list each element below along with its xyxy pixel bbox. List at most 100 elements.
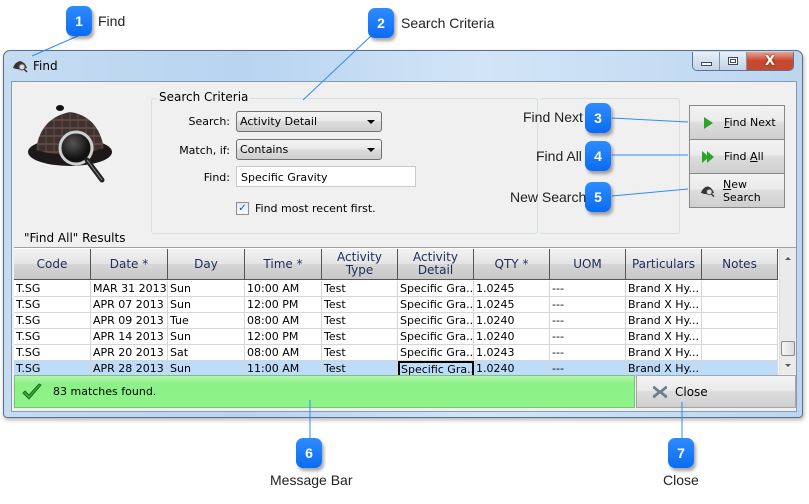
- table-cell[interactable]: ---: [550, 281, 626, 297]
- table-cell[interactable]: 1.0245: [474, 281, 550, 297]
- find-window: Find X Search Criteria Search: Activity …: [3, 50, 803, 418]
- find-all-button[interactable]: Find All: [689, 139, 785, 174]
- table-cell[interactable]: [702, 297, 778, 313]
- table-cell[interactable]: Sun: [168, 281, 245, 297]
- table-cell[interactable]: Brand X Hy...: [626, 297, 702, 313]
- close-button-label: Close: [675, 384, 708, 399]
- message-bar: 83 matches found.: [14, 375, 635, 408]
- maximize-button[interactable]: [720, 52, 747, 70]
- callout-5-label: New Search: [510, 189, 587, 205]
- column-header-qty[interactable]: QTY *: [474, 249, 550, 280]
- table-cell[interactable]: Specific Gra...: [398, 297, 474, 313]
- table-cell[interactable]: MAR 31 2013: [91, 281, 168, 297]
- match-value: Contains: [240, 143, 289, 156]
- table-cell[interactable]: 12:00 PM: [245, 329, 322, 345]
- search-field-dropdown[interactable]: Activity Detail: [236, 111, 382, 132]
- scroll-up-icon[interactable]: [785, 257, 791, 260]
- table-cell[interactable]: APR 07 2013: [91, 297, 168, 313]
- search-label: Search:: [188, 115, 231, 128]
- find-next-button[interactable]: Find Next: [689, 105, 785, 140]
- table-cell[interactable]: T.SG: [14, 345, 91, 361]
- table-cell[interactable]: [702, 313, 778, 329]
- table-cell[interactable]: Test: [322, 345, 398, 361]
- table-cell[interactable]: Test: [322, 297, 398, 313]
- table-cell[interactable]: Brand X Hy...: [626, 281, 702, 297]
- table-cell[interactable]: APR 09 2013: [91, 313, 168, 329]
- table-cell[interactable]: Specific Gra...: [398, 313, 474, 329]
- scroll-thumb[interactable]: [781, 341, 795, 356]
- table-cell[interactable]: APR 14 2013: [91, 329, 168, 345]
- find-next-label: Find Next: [724, 116, 776, 129]
- callout-1-badge: 1: [66, 6, 92, 36]
- table-cell[interactable]: [702, 281, 778, 297]
- table-cell[interactable]: Specific Gra...: [398, 329, 474, 345]
- column-header-date[interactable]: Date *: [91, 249, 168, 280]
- table-cell[interactable]: 1.0240: [474, 313, 550, 329]
- window-title: Find: [33, 59, 58, 73]
- table-cell[interactable]: Brand X Hy...: [626, 329, 702, 345]
- table-cell[interactable]: T.SG: [14, 297, 91, 313]
- table-row[interactable]: T.SG APR 14 2013 Sun 12:00 PM Test Specific G…: [14, 329, 778, 345]
- results-grid[interactable]: Code Date * Day Time * Activity Type Activity D…: [14, 247, 796, 377]
- table-cell[interactable]: T.SG: [14, 313, 91, 329]
- column-header-code[interactable]: Code: [14, 249, 91, 280]
- title-bar[interactable]: Find X: [4, 51, 802, 81]
- table-cell[interactable]: 1.0245: [474, 297, 550, 313]
- column-header-time[interactable]: Time *: [245, 249, 322, 280]
- grid-rows: T.SG MAR 31 2013 Sun 10:00 AM Test Specific G…: [14, 281, 778, 377]
- column-header-particulars[interactable]: Particulars: [626, 249, 702, 280]
- table-cell[interactable]: 08:00 AM: [245, 345, 322, 361]
- table-cell[interactable]: 1.0240: [474, 329, 550, 345]
- grid-header: Code Date * Day Time * Activity Type Activity D…: [14, 249, 778, 280]
- table-cell[interactable]: Brand X Hy...: [626, 345, 702, 361]
- scroll-down-icon[interactable]: [785, 364, 791, 367]
- new-search-button[interactable]: New Search: [689, 173, 785, 208]
- table-row[interactable]: T.SG APR 07 2013 Sun 12:00 PM Test Specific G…: [14, 297, 778, 313]
- table-cell[interactable]: ---: [550, 345, 626, 361]
- table-cell[interactable]: ---: [550, 313, 626, 329]
- table-cell[interactable]: Test: [322, 313, 398, 329]
- detective-hat-icon: [700, 185, 715, 197]
- column-header-notes[interactable]: Notes: [702, 249, 778, 280]
- table-cell[interactable]: ---: [550, 297, 626, 313]
- vertical-scrollbar[interactable]: [779, 248, 796, 374]
- column-header-uom[interactable]: UOM: [550, 249, 626, 280]
- column-header-activity-type[interactable]: Activity Type: [322, 249, 398, 280]
- callout-3-label: Find Next: [523, 109, 583, 125]
- column-header-day[interactable]: Day: [168, 249, 245, 280]
- close-window-button[interactable]: X: [747, 52, 793, 70]
- table-cell[interactable]: Sun: [168, 329, 245, 345]
- table-row[interactable]: T.SG APR 20 2013 Sat 08:00 AM Test Specific G…: [14, 345, 778, 361]
- search-criteria-title: Search Criteria: [157, 90, 251, 104]
- table-cell[interactable]: Tue: [168, 313, 245, 329]
- table-cell[interactable]: 1.0243: [474, 345, 550, 361]
- most-recent-label: Find most recent first.: [255, 202, 376, 215]
- table-cell[interactable]: Sun: [168, 297, 245, 313]
- table-row[interactable]: T.SG APR 09 2013 Tue 08:00 AM Test Specific G…: [14, 313, 778, 329]
- most-recent-checkbox[interactable]: ✓: [236, 202, 249, 215]
- callout-7-label: Close: [663, 472, 699, 488]
- table-cell[interactable]: [702, 329, 778, 345]
- table-cell[interactable]: Sat: [168, 345, 245, 361]
- table-cell[interactable]: T.SG: [14, 329, 91, 345]
- table-cell[interactable]: Test: [322, 329, 398, 345]
- table-cell[interactable]: Test: [322, 281, 398, 297]
- table-cell[interactable]: Specific Gra...: [398, 345, 474, 361]
- minimize-icon: [700, 61, 712, 66]
- close-button[interactable]: Close: [636, 375, 796, 408]
- match-dropdown[interactable]: Contains: [236, 139, 382, 160]
- table-cell[interactable]: 10:00 AM: [245, 281, 322, 297]
- table-cell[interactable]: ---: [550, 329, 626, 345]
- callout-7-badge: 7: [668, 438, 694, 468]
- table-cell[interactable]: Specific Gra...: [398, 281, 474, 297]
- find-input[interactable]: Specific Gravity: [236, 166, 416, 187]
- table-row[interactable]: T.SG MAR 31 2013 Sun 10:00 AM Test Specific G…: [14, 281, 778, 297]
- table-cell[interactable]: 12:00 PM: [245, 297, 322, 313]
- table-cell[interactable]: APR 20 2013: [91, 345, 168, 361]
- table-cell[interactable]: 08:00 AM: [245, 313, 322, 329]
- minimize-button[interactable]: [693, 52, 720, 70]
- table-cell[interactable]: [702, 345, 778, 361]
- table-cell[interactable]: T.SG: [14, 281, 91, 297]
- table-cell[interactable]: Brand X Hy...: [626, 313, 702, 329]
- column-header-activity-detail[interactable]: Activity Detail: [398, 249, 474, 280]
